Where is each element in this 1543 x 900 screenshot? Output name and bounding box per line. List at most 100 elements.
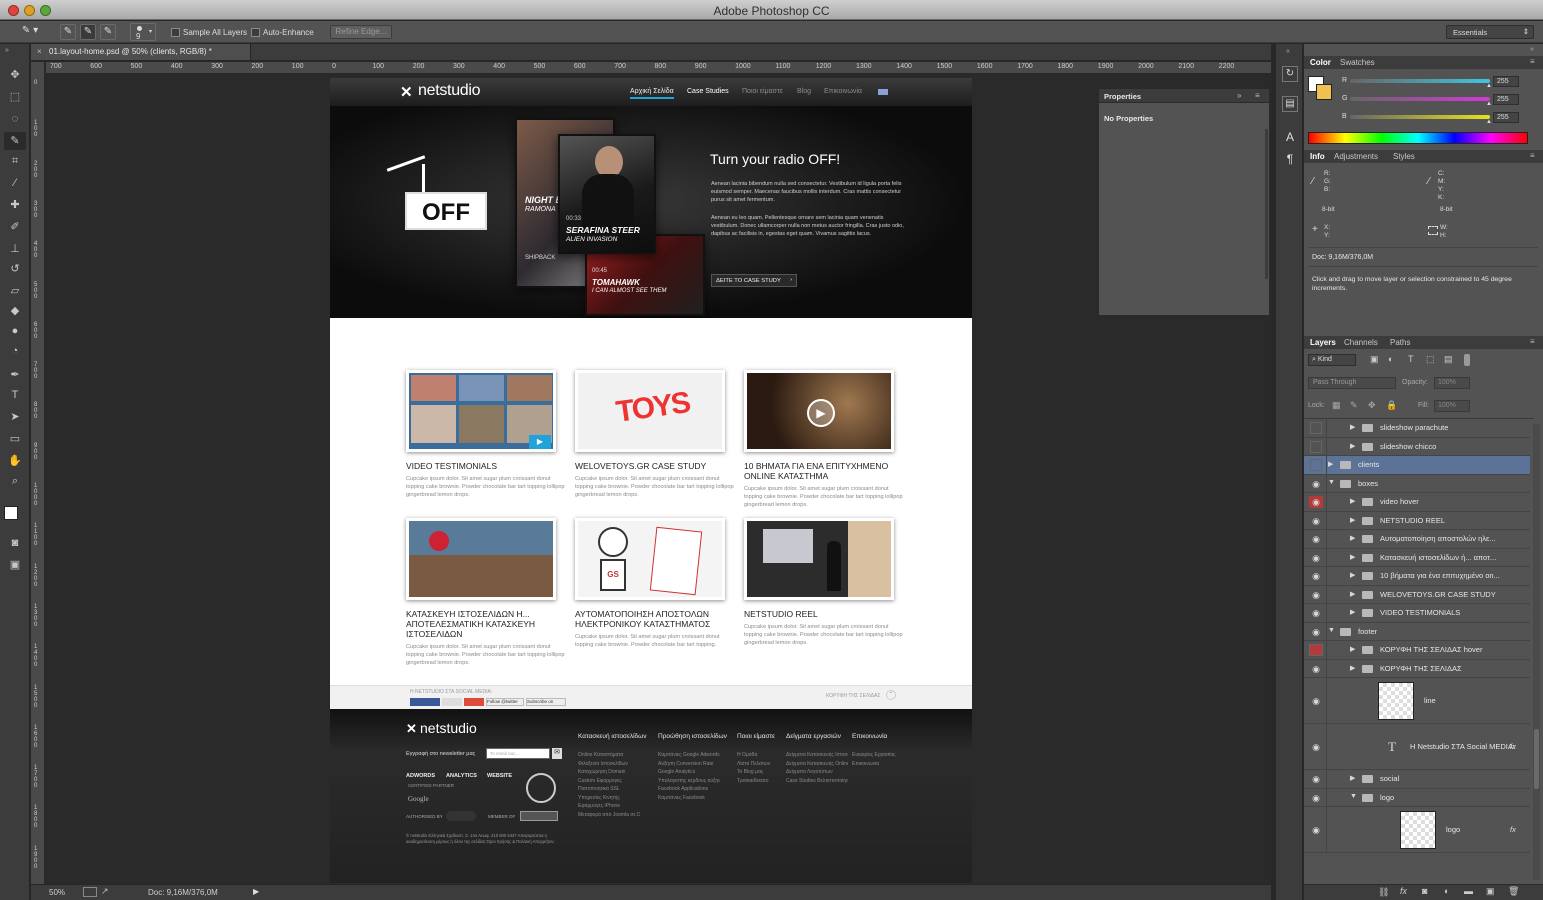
tab-styles[interactable]: Styles	[1393, 152, 1415, 161]
layer-row[interactable]: ◉ ▼ boxes	[1304, 474, 1530, 493]
collapse-arrows-icon[interactable]: «	[1286, 48, 1290, 55]
tab-swatches[interactable]: Swatches	[1340, 58, 1375, 67]
layer-row[interactable]: ◉ ▶ social	[1304, 770, 1530, 789]
character-panel-icon[interactable]: A	[1282, 130, 1298, 146]
panel-menu-icon[interactable]: ≡	[1255, 91, 1260, 100]
new-group-icon[interactable]: ▬	[1464, 886, 1473, 896]
expand-right-icon[interactable]: ▶	[1350, 774, 1355, 782]
layer-row[interactable]: ◉ line	[1304, 678, 1530, 724]
workspace-select[interactable]: Essentials ⇕	[1446, 25, 1534, 39]
collapse-arrows-icon[interactable]: »	[1530, 46, 1534, 53]
color-channel-value[interactable]: 255	[1493, 112, 1519, 123]
color-channel-slider[interactable]	[1350, 97, 1490, 101]
layer-row[interactable]: ◉ ▶ 10 βήματα για ένα επιτυχημένο on...	[1304, 567, 1530, 586]
lasso-tool-icon[interactable]: ◌	[4, 110, 26, 128]
expand-down-icon[interactable]: ▼	[1350, 793, 1357, 800]
blend-mode-select[interactable]: Pass Through	[1308, 377, 1396, 389]
visibility-off-box[interactable]	[1310, 440, 1322, 453]
tab-paths[interactable]: Paths	[1390, 338, 1410, 347]
quick-mask-icon[interactable]: ◙	[4, 534, 26, 552]
eraser-tool-icon[interactable]: ▱	[4, 282, 26, 300]
add-to-selection-icon[interactable]: ✎	[80, 24, 96, 40]
vertical-ruler[interactable]: 0 1 0 0 2 0 0 3 0 0 4 0 0 5 0 0 6 0 0 7 0 0 8 0 …	[31, 62, 45, 884]
visibility-eye-icon[interactable]: ◉	[1310, 478, 1322, 490]
slider-thumb-icon[interactable]: ▲	[1486, 83, 1492, 89]
trash-icon[interactable]: 🗑	[1508, 886, 1519, 897]
add-mask-icon[interactable]: ◙	[1422, 886, 1427, 896]
shape-filter-icon[interactable]: ⬚	[1426, 354, 1435, 365]
lock-pixels-icon[interactable]: ✎	[1350, 400, 1358, 411]
lock-position-icon[interactable]: ✥	[1368, 400, 1376, 411]
layer-effects-icon[interactable]: fx	[1510, 742, 1516, 751]
auto-enhance-checkbox[interactable]	[251, 28, 260, 37]
expand-right-icon[interactable]: ▶	[1350, 571, 1355, 579]
sample-all-layers-checkbox[interactable]	[171, 28, 180, 37]
new-layer-icon[interactable]: ▣	[1486, 886, 1495, 897]
subtract-from-selection-icon[interactable]: ✎	[100, 24, 116, 40]
panel-menu-icon[interactable]: ≡	[1530, 337, 1535, 346]
document-tab[interactable]: × 01.layout-home.psd @ 50% (clients, RGB…	[31, 44, 251, 60]
properties-scrollbar[interactable]	[1265, 129, 1268, 279]
bg-color-chip[interactable]	[1316, 84, 1332, 100]
expand-down-icon[interactable]: ▼	[1328, 627, 1335, 634]
slider-thumb-icon[interactable]: ▲	[1486, 101, 1492, 107]
crop-tool-icon[interactable]: ⌗	[4, 152, 26, 170]
color-channel-value[interactable]: 255	[1493, 94, 1519, 105]
properties-header[interactable]: Properties » ≡	[1099, 89, 1269, 103]
layer-row[interactable]: ▶ slideshow chicco	[1304, 437, 1530, 456]
expand-right-icon[interactable]: ▶	[1350, 553, 1355, 561]
website-mockup-canvas[interactable]: ✕ netstudio Αρχική Σελίδα Case Studies Π…	[330, 78, 972, 883]
blur-tool-icon[interactable]: ●	[4, 322, 26, 340]
history-panel-icon[interactable]: ↻	[1282, 66, 1298, 82]
tab-channels[interactable]: Channels	[1344, 338, 1378, 347]
visibility-eye-icon[interactable]: ◉	[1310, 695, 1322, 707]
smart-object-filter-icon[interactable]: ▤	[1444, 354, 1453, 365]
color-channel-slider[interactable]	[1350, 115, 1490, 119]
visibility-eye-icon[interactable]: ◉	[1310, 570, 1322, 582]
marquee-tool-icon[interactable]: ⬚	[4, 88, 26, 106]
new-selection-icon[interactable]: ✎	[60, 24, 76, 40]
layer-row[interactable]: ◉ ▶ WELOVETOYS.GR CASE STUDY	[1304, 585, 1530, 604]
visibility-off-box[interactable]	[1310, 459, 1322, 472]
lock-all-icon[interactable]: 🔒	[1386, 400, 1397, 411]
layers-scrollbar[interactable]	[1533, 424, 1540, 880]
visibility-eye-icon[interactable]: ◉	[1310, 607, 1322, 619]
paint-bucket-tool-icon[interactable]: ◆	[4, 302, 26, 320]
visibility-off-box[interactable]	[1309, 644, 1323, 657]
opacity-input[interactable]: 100%	[1434, 377, 1470, 389]
filter-toggle-switch[interactable]	[1464, 354, 1470, 366]
actions-panel-icon[interactable]: ▤	[1282, 96, 1298, 112]
visibility-eye-icon[interactable]: ◉	[1310, 824, 1322, 836]
type-tool-icon[interactable]: T	[4, 386, 26, 404]
zoom-level[interactable]: 50%	[49, 888, 65, 897]
layer-row[interactable]: ◉ logo fx	[1304, 807, 1530, 853]
layers-scrollbar-thumb[interactable]	[1534, 729, 1539, 789]
history-brush-tool-icon[interactable]: ↺	[4, 260, 26, 278]
color-spectrum-ramp[interactable]	[1308, 132, 1528, 144]
adjustment-filter-icon[interactable]: ◐	[1388, 354, 1393, 364]
collapse-arrows-icon[interactable]: »	[5, 47, 9, 54]
link-layers-icon[interactable]: ⛓	[1378, 887, 1389, 898]
expand-right-icon[interactable]: ▶	[1350, 497, 1355, 505]
layer-effects-icon[interactable]: fx	[1510, 825, 1516, 834]
expand-right-icon[interactable]: ▶	[1350, 645, 1355, 653]
expand-right-icon[interactable]: ▶	[1350, 516, 1355, 524]
status-info-icon[interactable]	[83, 887, 97, 897]
layer-row[interactable]: ◉ ▶ video hover	[1304, 493, 1530, 512]
pixel-layer-filter-icon[interactable]: ▣	[1370, 354, 1379, 365]
layer-row[interactable]: ◉ ▶ NETSTUDIO REEL	[1304, 511, 1530, 530]
color-channel-value[interactable]: 255	[1493, 76, 1519, 87]
layer-row[interactable]: ◉ T H Netstudio ΣΤΑ Social MEDIA: fx	[1304, 724, 1530, 770]
zoom-tool-icon[interactable]: ⌕	[4, 472, 26, 490]
slider-thumb-icon[interactable]: ▲	[1486, 119, 1492, 125]
clone-stamp-tool-icon[interactable]: ⊥	[4, 240, 26, 258]
lock-transparent-icon[interactable]: ▦	[1332, 400, 1341, 411]
visibility-eye-icon[interactable]: ◉	[1310, 773, 1322, 785]
expand-down-icon[interactable]: ▼	[1328, 479, 1335, 486]
quick-selection-tool-preset-icon[interactable]: ✎ ▾	[16, 24, 44, 40]
panel-menu-icon[interactable]: ≡	[1530, 57, 1535, 66]
visibility-eye-icon[interactable]: ◉	[1309, 496, 1323, 509]
dodge-tool-icon[interactable]: ◔	[4, 342, 26, 360]
layer-row[interactable]: ▶ slideshow parachute	[1304, 419, 1530, 438]
properties-panel[interactable]: Properties » ≡ No Properties	[1098, 88, 1270, 316]
